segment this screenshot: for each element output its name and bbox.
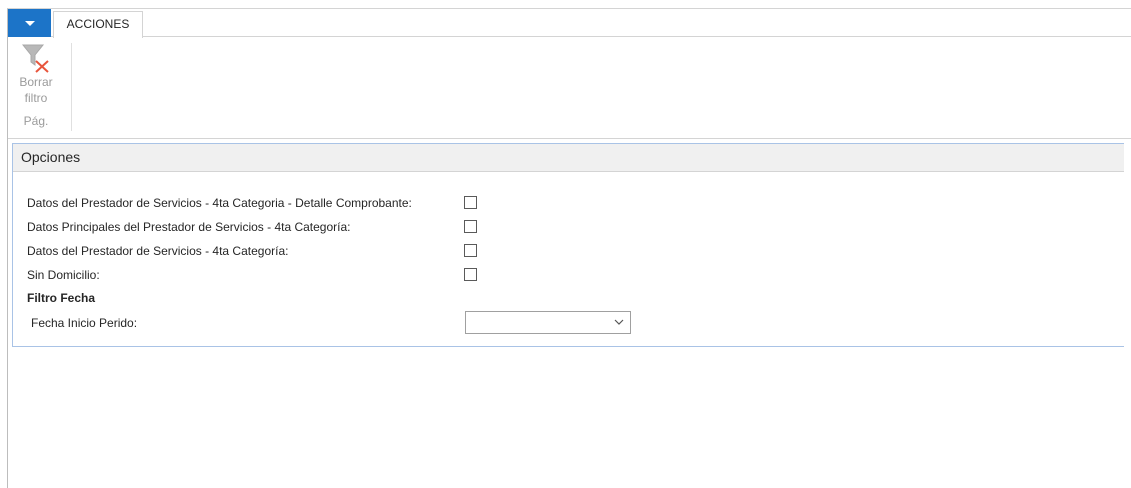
dropdown-chevron-icon [614,319,624,325]
chevron-down-icon [25,21,35,26]
options-panel-header[interactable]: Opciones [13,144,1124,172]
options-panel: Opciones Datos del Prestador de Servicio… [12,143,1124,347]
clear-filter-button[interactable]: Borrar filtro [8,41,64,105]
option-label-datos-prestador: Datos del Prestador de Servicios - 4ta C… [27,244,289,258]
option-label-detalle-comprobante: Datos del Prestador de Servicios - 4ta C… [27,196,412,210]
date-start-label: Fecha Inicio Perido: [31,316,138,330]
clear-filter-icon [22,44,49,73]
filter-section-title: Filtro Fecha [27,291,96,305]
ribbon-group-separator [71,43,72,131]
clear-filter-label-2: filtro [24,91,48,105]
ribbon: Borrar filtro Pág. [8,37,1131,139]
option-checkbox-datos-principales[interactable] [464,220,477,233]
tab-acciones[interactable]: ACCIONES [53,11,143,38]
option-checkbox-sin-domicilio[interactable] [464,268,477,281]
date-start-dropdown[interactable] [465,311,631,334]
app-menu-button[interactable] [8,9,51,37]
option-checkbox-detalle-comprobante[interactable] [464,196,477,209]
ribbon-group-label: Pág. [23,114,49,128]
option-label-sin-domicilio: Sin Domicilio: [27,268,100,282]
option-checkbox-datos-prestador[interactable] [464,244,477,257]
ribbon-tab-strip: ACCIONES [8,9,1131,38]
option-label-datos-principales: Datos Principales del Prestador de Servi… [27,220,351,234]
clear-filter-label-1: Borrar [19,75,53,89]
